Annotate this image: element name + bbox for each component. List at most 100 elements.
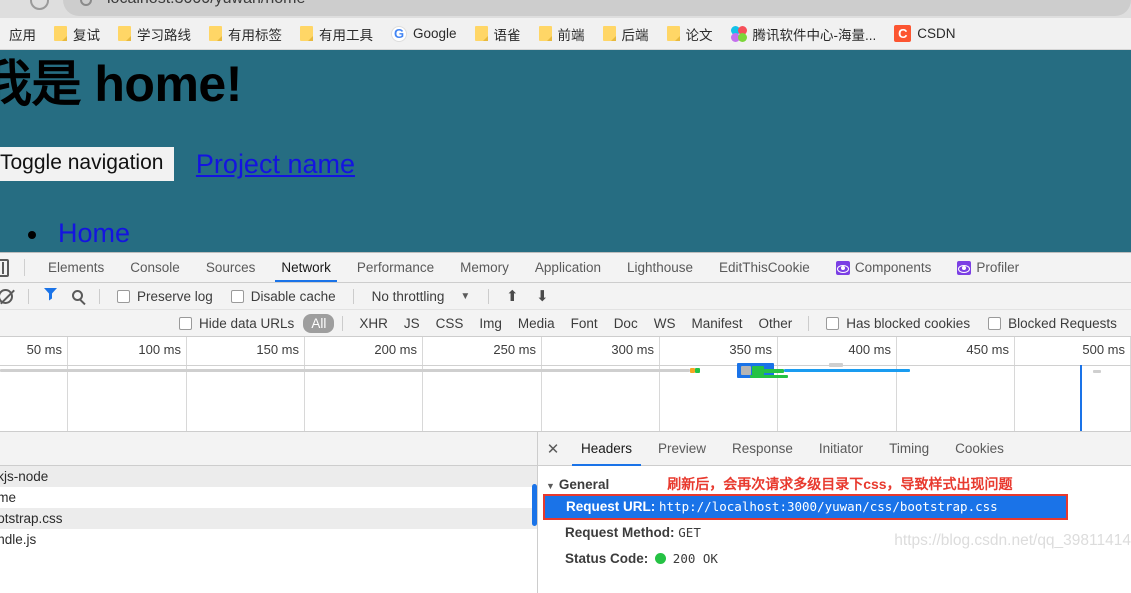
tab-components[interactable]: Components	[823, 253, 945, 282]
bookmark-xuexiluxian[interactable]: 学习路线	[109, 21, 200, 47]
site-info-icon[interactable]	[80, 0, 92, 6]
bookmark-youyongbiaoqian[interactable]: 有用标签	[200, 21, 291, 47]
divider	[808, 315, 810, 331]
request-list-header	[0, 432, 537, 466]
disable-cache-checkbox[interactable]: Disable cache	[222, 289, 345, 304]
tab-label: Application	[534, 260, 601, 275]
throttling-select[interactable]: No throttling ▼	[362, 289, 481, 304]
tick-label: 500 ms	[1082, 342, 1125, 357]
filter-type-font[interactable]: Font	[563, 314, 606, 333]
project-name-link[interactable]: Project name	[196, 149, 355, 180]
tab-label: Memory	[460, 260, 509, 275]
tab-label: Sources	[205, 260, 256, 275]
filter-type-css[interactable]: CSS	[428, 314, 472, 333]
table-row[interactable]: ...kjs-node	[0, 466, 537, 487]
checkbox-label: Blocked Requests	[1008, 315, 1117, 331]
tab-editthiscookie[interactable]: EditThisCookie	[706, 253, 823, 282]
bookmark-label: 复试	[73, 27, 100, 43]
tab-lighthouse[interactable]: Lighthouse	[614, 253, 706, 282]
network-content-split: ...kjs-node ...me ...otstrap.css ...ndle…	[0, 432, 1131, 593]
overview-playhead	[1080, 365, 1082, 431]
tab-preview[interactable]: Preview	[645, 432, 719, 466]
timeline-tick: 150 ms	[187, 337, 305, 431]
reload-icon[interactable]	[30, 0, 49, 10]
filter-type-manifest[interactable]: Manifest	[683, 314, 750, 333]
tab-sources[interactable]: Sources	[193, 253, 269, 282]
bookmark-google[interactable]: G Google	[382, 21, 466, 47]
throttling-value: No throttling	[371, 288, 445, 304]
hide-data-urls-checkbox[interactable]: Hide data URLs	[170, 316, 303, 331]
folder-icon	[602, 26, 616, 41]
tab-profiler[interactable]: Profiler	[944, 253, 1032, 282]
close-icon[interactable]: ✕	[538, 440, 568, 458]
filter-type-media[interactable]: Media	[510, 314, 563, 333]
toggle-navigation-button[interactable]: Toggle navigation	[0, 147, 175, 181]
tab-timing[interactable]: Timing	[876, 432, 942, 466]
page-viewport: 我是 home! Toggle navigation Project name …	[0, 50, 1131, 252]
device-toolbar-icon[interactable]	[0, 253, 14, 282]
bookmark-label: 后端	[621, 27, 649, 43]
bookmark-apps[interactable]: 应用	[0, 21, 45, 47]
bookmark-label: 有用工具	[319, 27, 373, 43]
filter-type-doc[interactable]: Doc	[606, 314, 646, 333]
general-section-header[interactable]: ▼ General 刷新后，会再次请求多级目录下css，导致样式出现问题	[538, 474, 1131, 494]
tab-response[interactable]: Response	[719, 432, 806, 466]
address-bar[interactable]: localhost:3000/yuwan/home	[63, 0, 1131, 16]
upload-arrow-icon[interactable]: ⬆	[497, 287, 527, 305]
tab-elements[interactable]: Elements	[35, 253, 117, 282]
tab-application[interactable]: Application	[522, 253, 614, 282]
scrollbar-thumb[interactable]	[532, 484, 537, 526]
folder-icon	[474, 26, 488, 41]
checkbox-label: Hide data URLs	[199, 315, 295, 331]
checkbox-box	[988, 316, 1002, 330]
tab-console[interactable]: Console	[117, 253, 193, 282]
blocked-requests-checkbox[interactable]: Blocked Requests	[979, 316, 1126, 331]
overview-request-bar	[764, 369, 784, 373]
bookmark-yuque[interactable]: 语雀	[466, 21, 530, 47]
tab-memory[interactable]: Memory	[447, 253, 522, 282]
table-row[interactable]: ...me	[0, 487, 537, 508]
devtools-tabbar: Elements Console Sources Network Perform…	[0, 253, 1131, 283]
browser-omnibox: › localhost:3000/yuwan/home	[0, 0, 1131, 18]
nav-link-home[interactable]: Home	[58, 218, 130, 248]
table-row[interactable]: ...ndle.js	[0, 529, 537, 550]
download-arrow-icon[interactable]: ⬇	[527, 287, 557, 305]
search-icon[interactable]	[63, 287, 91, 305]
preserve-log-checkbox[interactable]: Preserve log	[108, 289, 222, 304]
tab-headers[interactable]: Headers	[568, 432, 645, 466]
table-row[interactable]: ...otstrap.css	[0, 508, 537, 529]
request-list[interactable]: ...kjs-node ...me ...otstrap.css ...ndle…	[0, 432, 538, 593]
filter-funnel-icon[interactable]	[37, 287, 63, 306]
filter-type-img[interactable]: Img	[471, 314, 510, 333]
tab-network[interactable]: Network	[268, 253, 344, 282]
bookmark-csdn[interactable]: C CSDN	[885, 21, 964, 47]
filter-type-ws[interactable]: WS	[646, 314, 684, 333]
tab-initiator[interactable]: Initiator	[806, 432, 876, 466]
tick-label: 250 ms	[493, 342, 536, 357]
status-badge	[655, 553, 667, 564]
overview-request-bar	[784, 369, 910, 372]
bookmark-tencent[interactable]: 腾讯软件中心-海量...	[722, 21, 886, 47]
bookmark-houduan[interactable]: 后端	[594, 21, 658, 47]
clear-icon[interactable]	[0, 288, 20, 304]
bookmark-lunwen[interactable]: 论文	[658, 21, 722, 47]
bookmark-bar: 应用 复试 学习路线 有用标签 有用工具 G Google 语雀 前端 后端 论…	[0, 18, 1131, 50]
checkbox-label: Has blocked cookies	[846, 315, 971, 331]
bookmark-qianduan[interactable]: 前端	[530, 21, 594, 47]
filter-type-js[interactable]: JS	[396, 314, 428, 333]
filter-type-all[interactable]: All	[303, 313, 335, 333]
filter-type-other[interactable]: Other	[750, 314, 800, 333]
filter-type-xhr[interactable]: XHR	[351, 314, 396, 333]
tab-cookies[interactable]: Cookies	[942, 432, 1017, 466]
bookmark-youyonggongju[interactable]: 有用工具	[291, 21, 382, 47]
folder-icon	[666, 26, 680, 41]
has-blocked-cookies-checkbox[interactable]: Has blocked cookies	[817, 316, 979, 331]
checkbox-box	[117, 289, 130, 303]
network-timeline-overview[interactable]: 50 ms 100 ms 150 ms 200 ms 250 ms 300 ms…	[0, 337, 1131, 432]
tab-performance[interactable]: Performance	[344, 253, 447, 282]
react-icon	[957, 260, 972, 275]
request-url-row[interactable]: Request URL: http://localhost:3000/yuwan…	[543, 494, 1068, 520]
tick-label: 150 ms	[256, 342, 299, 357]
bookmark-fushi[interactable]: 复试	[45, 21, 109, 47]
overview-request-bar	[695, 368, 700, 373]
